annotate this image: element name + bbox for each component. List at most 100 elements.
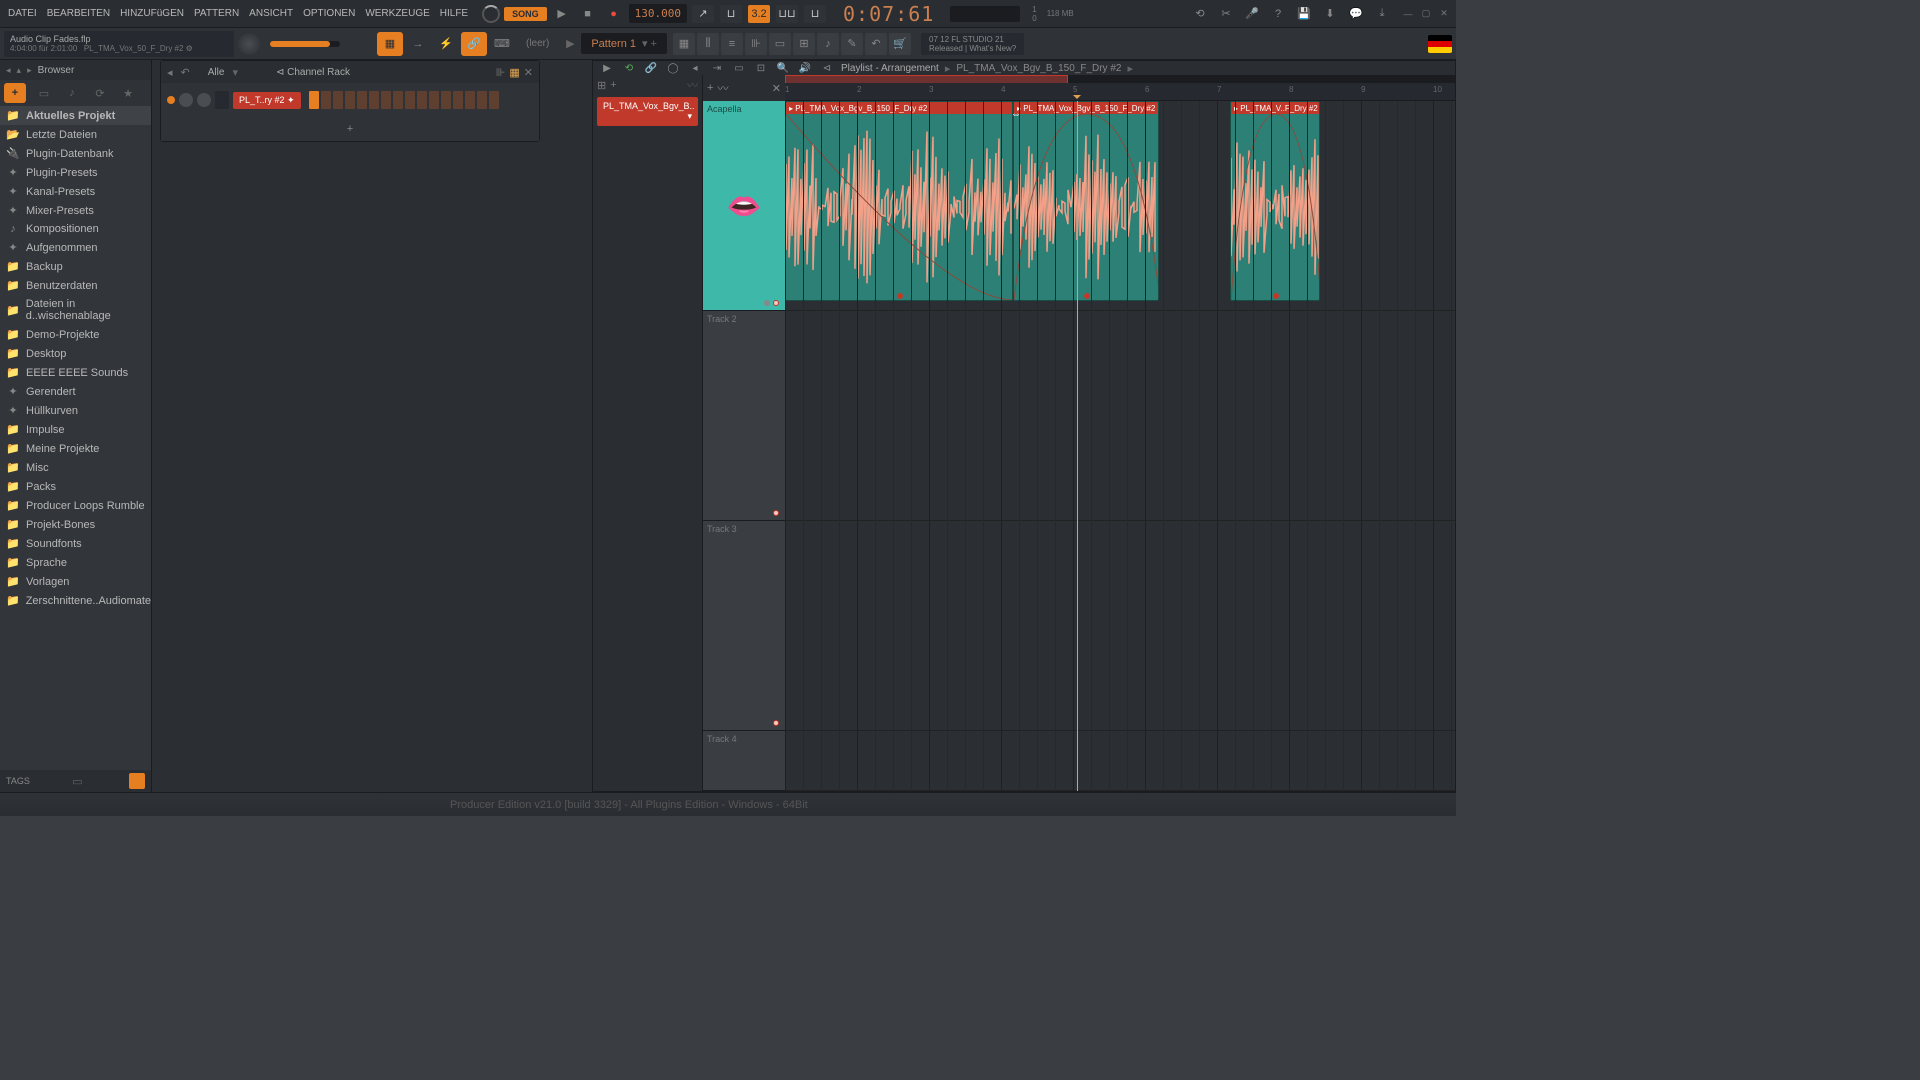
step[interactable] xyxy=(417,91,427,109)
browser-item[interactable]: ✦Hüllkurven xyxy=(0,401,151,420)
clip-header[interactable]: ▸ PL_TMA_Vox_Bgv_B_150_F_Dry #2 xyxy=(1014,102,1158,114)
menu-datei[interactable]: DATEI xyxy=(4,6,41,21)
playlist-crumb[interactable]: PL_TMA_Vox_Bgv_B_150_F_Dry #2 xyxy=(956,63,1121,74)
browser-item[interactable]: 🔌Plugin-Datenbank xyxy=(0,144,151,163)
browser-shortcut[interactable]: ▭ xyxy=(769,33,791,55)
tool1-icon[interactable]: ✎ xyxy=(841,33,863,55)
cr-redo-icon[interactable]: ↶ xyxy=(181,66,190,79)
pl-menu-icon[interactable]: ⊲ xyxy=(819,63,835,74)
browser-fwd-icon[interactable]: ▸ xyxy=(27,65,32,76)
browser-item[interactable]: ✦Mixer-Presets xyxy=(0,201,151,220)
step-icon[interactable]: 🔗 xyxy=(461,32,487,56)
browser-item[interactable]: 📁Producer Loops Rumble xyxy=(0,496,151,515)
shop-icon[interactable]: 🛒 xyxy=(889,33,911,55)
type-icon[interactable]: ⌨ xyxy=(489,32,515,56)
track-header-2[interactable]: Track 2 xyxy=(703,311,785,521)
step[interactable] xyxy=(465,91,475,109)
mixer-shortcut[interactable]: ⊪ xyxy=(745,33,767,55)
cr-opts-icon[interactable]: ▦ xyxy=(509,66,519,79)
browser-item[interactable]: ✦Aufgenommen xyxy=(0,238,151,257)
browser-item[interactable]: ✦Kanal-Presets xyxy=(0,182,151,201)
channel-add-button[interactable]: + xyxy=(161,117,539,141)
clip-header[interactable]: ▸ PL_TMA_Vox_Bgv_B_150_F_Dry #2 xyxy=(786,102,1012,114)
link-icon[interactable]: → xyxy=(405,32,431,56)
picker-clip[interactable]: PL_TMA_Vox_Bgv_B.. ▾ xyxy=(597,97,698,126)
track-header-3[interactable]: Track 3 xyxy=(703,521,785,731)
browser-list[interactable]: 📁Aktuelles Projekt📂Letzte Dateien🔌Plugin… xyxy=(0,106,151,770)
browser-item[interactable]: 📁Benutzerdaten xyxy=(0,276,151,295)
cr-graph-icon[interactable]: ⊪ xyxy=(496,66,506,79)
track-row-3[interactable] xyxy=(785,521,1455,731)
snap-icon[interactable]: ▦ xyxy=(377,32,403,56)
browser-audio-icon[interactable]: ♪ xyxy=(62,87,82,99)
clip-header[interactable]: ▸ PL_TMA_V..F_Dry #2 xyxy=(1231,102,1319,114)
time-display[interactable]: 0:07:61 xyxy=(843,2,934,26)
browser-item[interactable]: 📁Packs xyxy=(0,477,151,496)
audio-clip[interactable]: ▸ PL_TMA_Vox_Bgv_B_150_F_Dry #2 xyxy=(1013,101,1159,301)
wait-icon[interactable]: ⊔ xyxy=(720,5,742,23)
record-button[interactable]: ● xyxy=(603,3,625,25)
playlist-grid[interactable]: 12345678910 ▸ PL_TMA_Vox_Bgv_B_150_F_Dry… xyxy=(785,75,1455,791)
browser-item[interactable]: 📁Misc xyxy=(0,458,151,477)
pl-zoom-icon[interactable]: 🔍 xyxy=(775,63,791,74)
menu-hinzufuegen[interactable]: HINZUFüGEN xyxy=(116,6,188,21)
time-ruler[interactable]: 12345678910 xyxy=(785,83,1455,101)
chat-icon[interactable]: 💬 xyxy=(1346,4,1366,24)
undo-icon[interactable]: ⟲ xyxy=(1190,4,1210,24)
cr-close-icon[interactable]: ✕ xyxy=(524,66,533,79)
play-button[interactable]: ▶ xyxy=(551,3,573,25)
browser-back-icon[interactable]: ◂ xyxy=(6,65,11,76)
step[interactable] xyxy=(441,91,451,109)
step[interactable] xyxy=(309,91,319,109)
browser-up-icon[interactable]: ▴ xyxy=(17,65,22,76)
browser-item[interactable]: ♪Kompositionen xyxy=(0,220,151,238)
browser-item[interactable]: ✦Plugin-Presets xyxy=(0,163,151,182)
browser-item[interactable]: 📁Backup xyxy=(0,257,151,276)
menu-bearbeiten[interactable]: BEARBEITEN xyxy=(43,6,114,21)
menu-hilfe[interactable]: HILFE xyxy=(436,6,472,21)
tags-search-icon[interactable] xyxy=(129,773,145,789)
metronome-icon[interactable]: ↗ xyxy=(692,5,714,23)
countdown-icon[interactable]: 3.2 xyxy=(748,5,770,23)
piano-shortcut[interactable]: ⫼ xyxy=(697,33,719,55)
track-header-4[interactable]: Track 4 xyxy=(703,731,785,791)
step-sequencer[interactable] xyxy=(309,91,499,109)
live-icon[interactable]: ⚡ xyxy=(433,32,459,56)
browser-item[interactable]: 📁Soundfonts xyxy=(0,534,151,553)
browser-folder-icon[interactable]: ▭ xyxy=(34,87,54,100)
cut-icon[interactable]: ✂ xyxy=(1216,4,1236,24)
pl-t1-icon[interactable]: ◯ xyxy=(665,63,681,74)
channel-route[interactable] xyxy=(215,91,229,109)
pl-t4-icon[interactable]: ▭ xyxy=(731,63,747,74)
browser-item[interactable]: 📁Projekt-Bones xyxy=(0,515,151,534)
step[interactable] xyxy=(405,91,415,109)
pl-t5-icon[interactable]: ⊡ xyxy=(753,63,769,74)
picker-view-icon[interactable]: ⊞ xyxy=(597,79,606,92)
channel-led[interactable] xyxy=(167,96,175,104)
stop-button[interactable]: ■ xyxy=(577,3,599,25)
track-row-2[interactable] xyxy=(785,311,1455,521)
browser-item[interactable]: 📁Impulse xyxy=(0,420,151,439)
browser-fav-icon[interactable]: ★ xyxy=(118,87,138,100)
plugin-shortcut[interactable]: ⊞ xyxy=(793,33,815,55)
step[interactable] xyxy=(369,91,379,109)
help-icon[interactable]: ? xyxy=(1268,4,1288,24)
step[interactable] xyxy=(429,91,439,109)
rec-dot[interactable] xyxy=(773,300,779,306)
step[interactable] xyxy=(393,91,403,109)
mute-dot[interactable] xyxy=(764,300,770,306)
picker-add-icon[interactable]: + xyxy=(610,79,616,91)
menu-pattern[interactable]: PATTERN xyxy=(190,6,243,21)
channel-vol-knob[interactable] xyxy=(197,93,211,107)
playlist-shortcut[interactable]: ▦ xyxy=(673,33,695,55)
menu-werkzeuge[interactable]: WERKZEUGE xyxy=(361,6,433,21)
pl-speaker-icon[interactable]: 🔊 xyxy=(797,63,813,74)
track-row-1[interactable]: ▸ PL_TMA_Vox_Bgv_B_150_F_Dry #2▸ PL_TMA_… xyxy=(785,101,1455,311)
step[interactable] xyxy=(321,91,331,109)
cr-back-icon[interactable]: ◂ xyxy=(167,66,173,79)
overdub-icon[interactable]: ⊔⊔ xyxy=(776,5,798,23)
browser-item[interactable]: 📁Meine Projekte xyxy=(0,439,151,458)
cr-filter[interactable]: Alle xyxy=(208,67,225,78)
maximize-button[interactable]: ▢ xyxy=(1418,7,1434,21)
save-icon[interactable]: 💾 xyxy=(1294,4,1314,24)
